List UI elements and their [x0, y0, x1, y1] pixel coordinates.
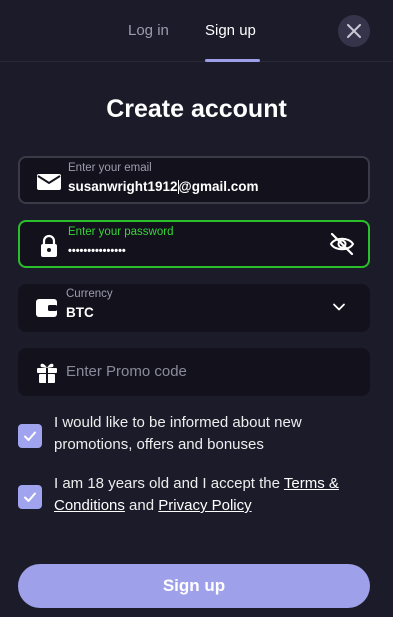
tab-signup[interactable]: Sign up	[205, 22, 256, 62]
active-tab-indicator	[205, 59, 260, 62]
gift-icon	[37, 363, 57, 383]
checkmark-icon	[24, 431, 36, 441]
close-icon	[347, 24, 361, 38]
password-value: •••••••••••••••	[68, 245, 126, 257]
terms-consent-checkbox[interactable]	[18, 485, 42, 509]
envelope-icon	[37, 174, 61, 190]
currency-label: Currency	[66, 288, 113, 300]
password-field[interactable]: Enter your password •••••••••••••••	[18, 220, 370, 268]
terms-consent-text: I am 18 years old and I accept the Terms…	[54, 475, 339, 514]
email-value: susanwright1912@gmail.com	[68, 179, 259, 195]
promo-placeholder: Enter Promo code	[66, 363, 187, 380]
promo-code-input[interactable]: Enter Promo code	[18, 348, 370, 396]
email-field[interactable]: Enter your email susanwright1912@gmail.c…	[18, 156, 370, 204]
privacy-policy-link[interactable]: Privacy Policy	[158, 497, 251, 514]
checkmark-icon	[24, 492, 36, 502]
tab-login[interactable]: Log in	[128, 22, 169, 62]
marketing-consent-text: I would like to be informed about new pr…	[54, 414, 302, 453]
sign-up-button[interactable]: Sign up	[18, 564, 370, 608]
password-label: Enter your password	[68, 226, 174, 238]
hide-password-icon[interactable]	[328, 231, 356, 257]
auth-header: Log in Sign up	[0, 0, 393, 62]
email-label: Enter your email	[68, 162, 152, 174]
close-button[interactable]	[338, 15, 370, 47]
page-title: Create account	[106, 95, 287, 123]
currency-value: BTC	[66, 305, 94, 320]
currency-select[interactable]: Currency BTC	[18, 284, 370, 332]
wallet-icon	[36, 299, 57, 317]
lock-icon	[41, 234, 57, 257]
chevron-down-icon	[333, 303, 345, 311]
marketing-consent-checkbox[interactable]	[18, 424, 42, 448]
